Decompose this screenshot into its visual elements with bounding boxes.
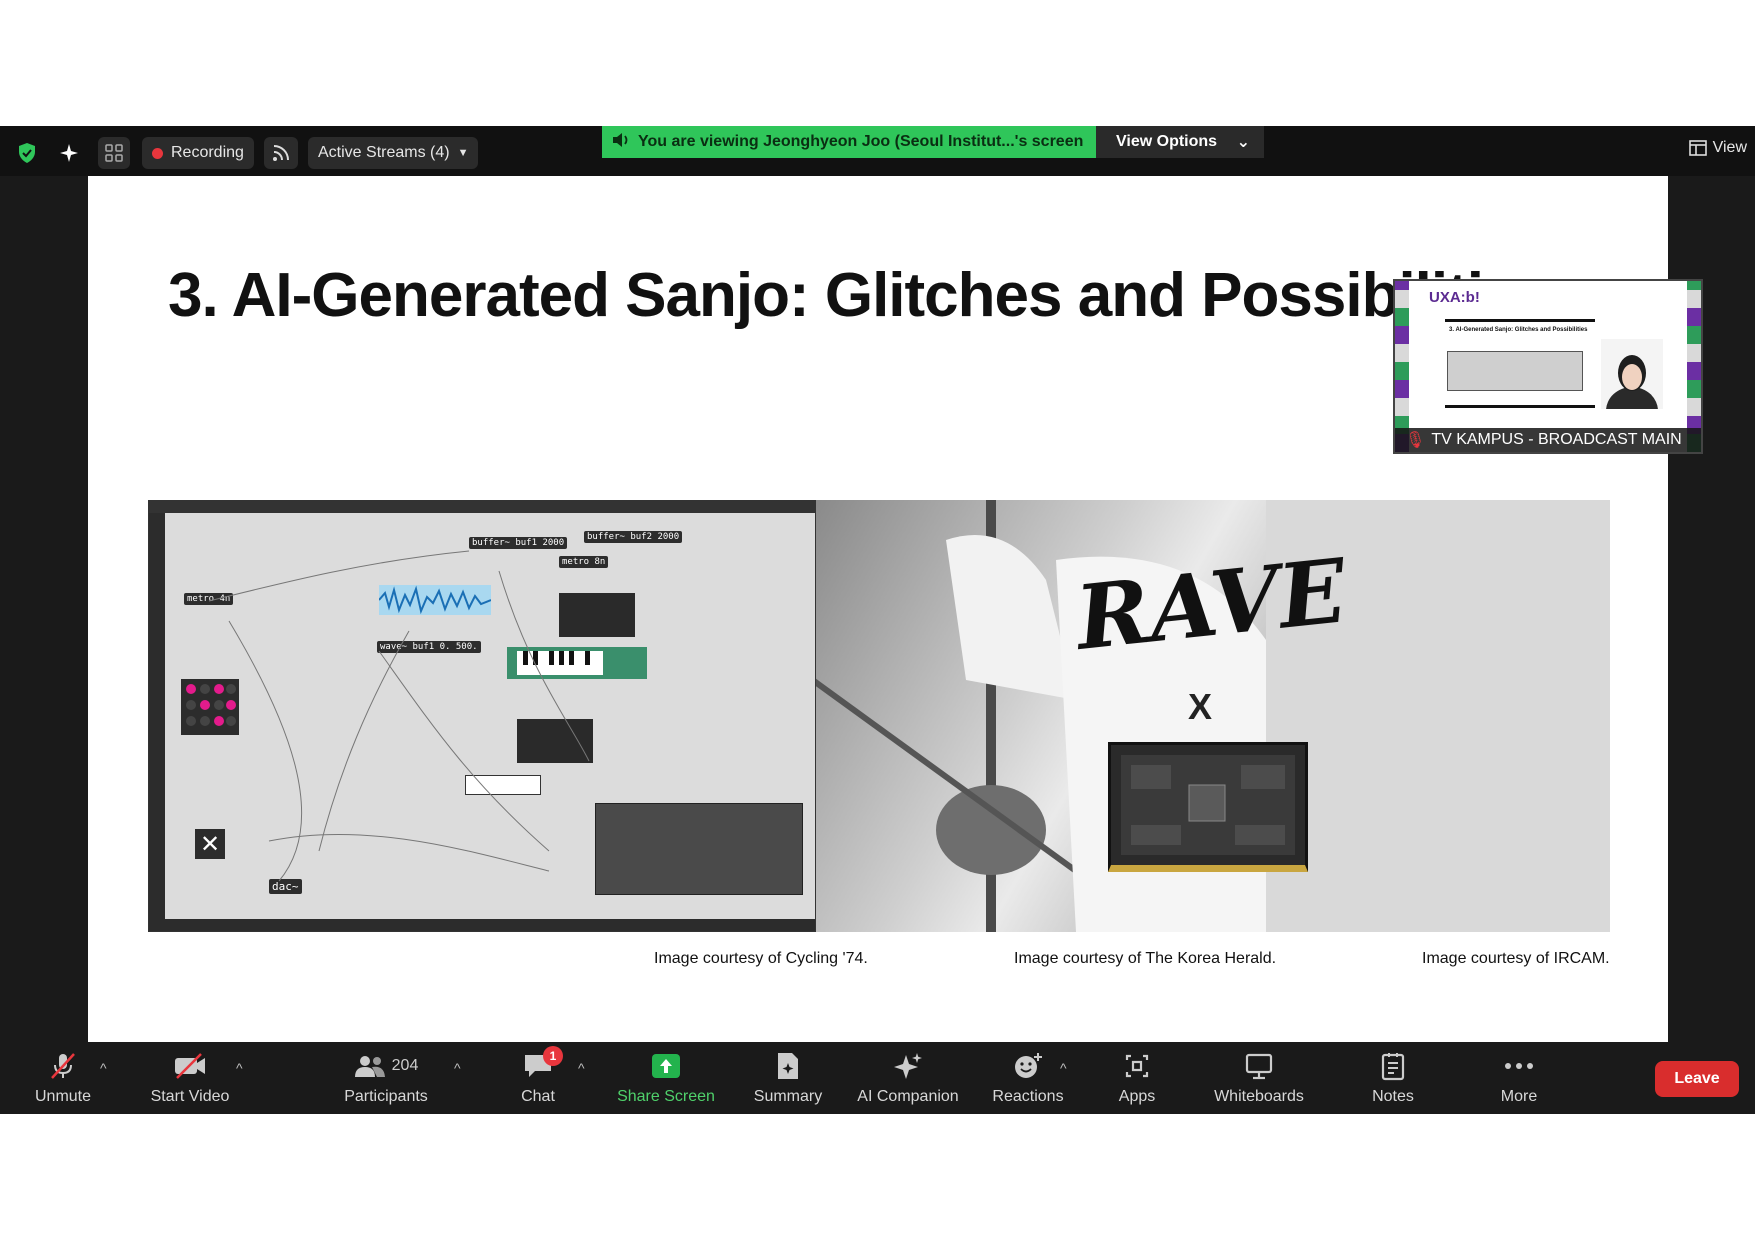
whiteboards-label: Whiteboards	[1214, 1088, 1304, 1105]
active-streams-dropdown[interactable]: Active Streams (4) ▼	[308, 137, 479, 169]
more-dots-icon	[1504, 1050, 1534, 1082]
chat-button[interactable]: 1 Chat	[516, 1042, 563, 1114]
reactions-button[interactable]: Reactions	[990, 1042, 1066, 1114]
chat-caret-icon[interactable]: ^	[578, 1060, 585, 1076]
apps-icon	[1123, 1050, 1151, 1082]
leave-button[interactable]: Leave	[1655, 1061, 1739, 1097]
video-off-icon	[173, 1050, 207, 1082]
summary-document-icon	[774, 1050, 802, 1082]
patch-cords	[208, 550, 590, 882]
view-options-button[interactable]: View Options ⌄	[1096, 126, 1264, 158]
livestream-icon[interactable]	[264, 137, 298, 169]
broadcast-video-thumbnail[interactable]: UXA:b! 3. AI-Generated Sanjo: Glitches a…	[1393, 279, 1703, 454]
participants-icon	[354, 1056, 385, 1077]
slide-title: 3. AI-Generated Sanjo: Glitches and Poss…	[168, 261, 1484, 330]
presenter-video	[1601, 339, 1663, 435]
caption-ircam: Image courtesy of IRCAM.	[1422, 950, 1610, 967]
participants-button[interactable]: 204 Participants	[338, 1042, 434, 1114]
viewing-banner: You are viewing Jeonghyeon Joo (Seoul In…	[602, 126, 1096, 158]
share-screen-icon	[650, 1050, 682, 1082]
top-bar: Recording Active Streams (4) ▼ You are v…	[0, 126, 1755, 176]
participants-caret-icon[interactable]: ^	[454, 1060, 461, 1076]
notes-icon	[1380, 1050, 1406, 1082]
broadcast-label: 🎙 TV KAMPUS - BROADCAST MAIN	[1395, 428, 1701, 452]
more-button[interactable]: More	[1494, 1042, 1544, 1114]
reactions-caret-icon[interactable]: ^	[1060, 1060, 1067, 1076]
participants-label: Participants	[344, 1088, 428, 1105]
share-screen-button[interactable]: Share Screen	[614, 1042, 718, 1114]
unmute-label: Unmute	[34, 1088, 92, 1105]
ai-sparkle-icon[interactable]	[55, 139, 83, 167]
thumbnail-slide-image	[1447, 351, 1583, 391]
reactions-smiley-icon	[1012, 1050, 1044, 1082]
meeting-toolbar: Unmute ^ Start Video ^ 204 Participants …	[0, 1042, 1755, 1114]
uxab-logo: UXA:b!	[1429, 289, 1480, 306]
notes-label: Notes	[1372, 1088, 1414, 1105]
view-button[interactable]: View	[1688, 139, 1747, 157]
chat-label: Chat	[521, 1088, 555, 1105]
view-grid-icon	[1688, 140, 1707, 156]
caption-korea-herald: Image courtesy of The Korea Herald.	[1014, 950, 1277, 967]
muted-mic-icon: 🎙	[1405, 432, 1426, 449]
notes-button[interactable]: Notes	[1368, 1042, 1418, 1114]
participants-count: 204	[391, 1057, 419, 1074]
start-video-button[interactable]: Start Video	[144, 1042, 236, 1114]
video-options-caret-icon[interactable]: ^	[236, 1060, 243, 1076]
chevron-down-icon: ⌄	[1236, 134, 1250, 151]
active-streams-label: Active Streams (4)	[318, 144, 450, 161]
viewing-banner-text: You are viewing Jeonghyeon Joo (Seoul In…	[638, 133, 1084, 150]
unmute-button[interactable]: Unmute	[30, 1042, 96, 1114]
zoom-meeting-window: Recording Active Streams (4) ▼ You are v…	[0, 126, 1755, 1114]
muted-microphone-icon	[48, 1050, 78, 1082]
caption-cycling74: Image courtesy of Cycling '74.	[654, 950, 868, 967]
recording-dot-icon	[152, 147, 163, 159]
broadcast-label-text: TV KAMPUS - BROADCAST MAIN	[1431, 431, 1682, 448]
max-patch-screenshot: metro 4n buffer~ buf1 2000 buffer~ buf2 …	[148, 500, 816, 932]
start-video-label: Start Video	[150, 1088, 230, 1105]
security-shield-icon[interactable]	[13, 139, 41, 167]
apps-button[interactable]: Apps	[1112, 1042, 1162, 1114]
chat-bubble-icon: 1	[523, 1046, 563, 1082]
audio-options-caret-icon[interactable]: ^	[100, 1060, 107, 1076]
image-collage: metro 4n buffer~ buf1 2000 buffer~ buf2 …	[148, 500, 1610, 932]
speaker-icon	[612, 132, 630, 153]
recording-label: Recording	[171, 144, 244, 161]
x-mark: X	[1188, 686, 1213, 727]
reactions-label: Reactions	[992, 1088, 1064, 1105]
summary-button[interactable]: Summary	[748, 1042, 828, 1114]
thumbnail-slide-title: 3. AI-Generated Sanjo: Glitches and Poss…	[1449, 327, 1588, 333]
whiteboards-button[interactable]: Whiteboards	[1208, 1042, 1310, 1114]
hardware-board-image	[1108, 742, 1308, 872]
whiteboard-icon	[1244, 1050, 1274, 1082]
summary-label: Summary	[753, 1088, 823, 1105]
view-options-label: View Options	[1116, 133, 1218, 150]
view-label: View	[1712, 139, 1747, 156]
ai-companion-label: AI Companion	[857, 1088, 959, 1105]
ai-companion-button[interactable]: AI Companion	[852, 1042, 964, 1114]
chat-badge: 1	[543, 1046, 563, 1066]
caret-down-icon: ▼	[457, 147, 469, 159]
recording-indicator[interactable]: Recording	[142, 137, 254, 169]
gallery-grid-icon[interactable]	[98, 137, 130, 169]
more-label: More	[1500, 1088, 1538, 1105]
ai-companion-sparkle-icon	[892, 1050, 924, 1082]
apps-label: Apps	[1118, 1088, 1156, 1105]
share-screen-label: Share Screen	[617, 1088, 715, 1105]
